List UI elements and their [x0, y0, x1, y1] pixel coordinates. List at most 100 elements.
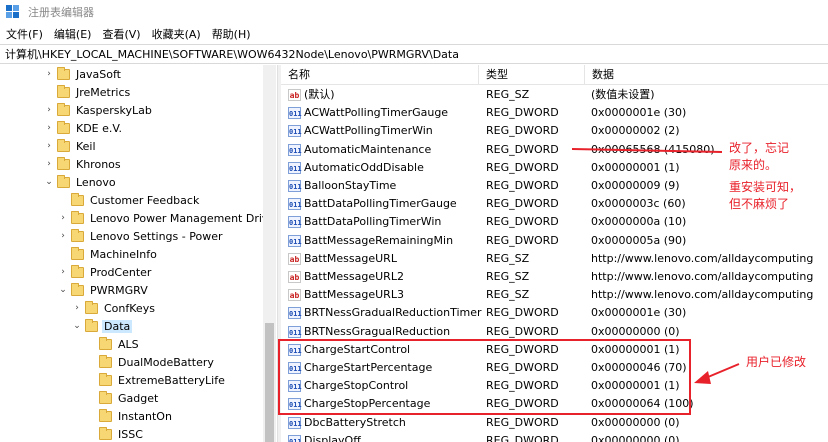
chevron-right-icon[interactable]: › — [44, 137, 54, 155]
value-row[interactable]: ab (默认) REG_SZ (数值未设置) — [281, 86, 828, 104]
tree-item-label: Khronos — [76, 157, 121, 171]
tree-item[interactable]: MachineInfo — [58, 245, 159, 263]
value-row[interactable]: 011 BattDataPollingTimerWin REG_DWORD 0x000… — [281, 213, 828, 231]
menu-view[interactable]: 查看(V) — [97, 26, 145, 42]
value-row[interactable]: ab BattMessageURL2 REG_SZ http://www.lenovo… — [281, 268, 828, 286]
tree-item[interactable]: › ConfKeys — [72, 299, 157, 317]
tree-item[interactable]: ExtremeBatteryLife — [86, 371, 227, 389]
folder-icon — [85, 300, 98, 314]
binary-value-icon: 011 — [288, 416, 302, 429]
tree-item[interactable]: › Lenovo Settings - Power — [58, 227, 224, 245]
tree-item[interactable]: ⌄ Data — [72, 317, 133, 335]
folder-icon — [99, 408, 112, 422]
tree-item[interactable]: ⌄ Lenovo — [44, 173, 118, 191]
menu-favorites[interactable]: 收藏夹(A) — [147, 26, 206, 42]
menu-file[interactable]: 文件(F) — [1, 26, 48, 42]
menu-help[interactable]: 帮助(H) — [207, 26, 256, 42]
value-name: ACWattPollingTimerGauge — [304, 106, 449, 120]
value-name: BattMessageURL2 — [304, 270, 404, 283]
chevron-right-icon[interactable]: › — [44, 101, 54, 119]
chevron-down-icon[interactable]: ⌄ — [44, 173, 54, 191]
tree-item-label: MachineInfo — [90, 247, 157, 261]
tree-item[interactable]: › Khronos — [44, 155, 123, 173]
tree-scrollbar-thumb[interactable] — [265, 323, 274, 442]
chevron-right-icon[interactable]: › — [44, 119, 54, 137]
tree-item-label: Keil — [76, 139, 96, 153]
binary-value-icon: 011 — [288, 125, 302, 138]
binary-value-icon: 011 — [288, 161, 302, 174]
binary-value-icon: 011 — [288, 107, 302, 120]
value-name: BalloonStayTime — [304, 179, 397, 192]
value-type: REG_SZ — [486, 251, 530, 265]
folder-icon — [57, 156, 70, 170]
tree-item[interactable]: › KDE e.V. — [44, 119, 124, 137]
tree-item-label: KasperskyLab — [76, 103, 152, 117]
address-bar[interactable]: 计算机\HKEY_LOCAL_MACHINE\SOFTWARE\WOW6432N… — [0, 44, 828, 64]
value-data: 0x0000005a (90) — [591, 233, 687, 247]
chevron-right-icon[interactable]: › — [72, 299, 82, 317]
tree-item[interactable]: › ProdCenter — [58, 263, 153, 281]
folder-icon — [57, 138, 70, 152]
chevron-right-icon[interactable]: › — [44, 155, 54, 173]
menu-edit[interactable]: 编辑(E) — [49, 26, 97, 42]
tree-item-label: ExtremeBatteryLife — [118, 373, 225, 387]
tree-item[interactable]: ALS — [86, 335, 141, 353]
value-row[interactable]: 011 DisplayOff REG_DWORD 0x00000000 (0) — [281, 432, 828, 442]
value-data: http://www.lenovo.com/alldaycomputing — [591, 270, 814, 283]
tree-item-label: ALS — [118, 337, 139, 351]
tree-item-label: PWRMGRV — [90, 283, 148, 297]
tree-item-label: Lenovo Power Management Driver — [90, 211, 276, 225]
binary-value-icon: 011 — [288, 307, 302, 320]
folder-icon — [71, 228, 84, 242]
chevron-down-icon[interactable]: ⌄ — [72, 317, 82, 335]
tree-item[interactable]: ISSC — [86, 425, 145, 442]
value-name: BRTNessGragualReduction — [304, 324, 451, 338]
tree-item[interactable]: Customer Feedback — [58, 191, 201, 209]
value-name: BattDataPollingTimerGauge — [304, 197, 457, 211]
chevron-right-icon[interactable]: › — [58, 263, 68, 281]
value-row[interactable]: 011 BRTNessGragualReduction REG_DWORD 0x000… — [281, 323, 828, 341]
column-header-type[interactable]: 类型 — [479, 65, 585, 85]
tree-item[interactable]: ⌄ PWRMGRV — [58, 281, 150, 299]
value-data: 0x00000000 (0) — [591, 433, 680, 442]
value-type: REG_DWORD — [486, 124, 559, 138]
folder-icon — [57, 174, 70, 188]
value-name: ACWattPollingTimerWin — [304, 124, 433, 138]
folder-icon — [99, 354, 112, 368]
value-row[interactable]: 011 ACWattPollingTimerGauge REG_DWORD 0x000… — [281, 104, 828, 122]
tree-item-label: DualModeBattery — [118, 355, 214, 369]
value-data: 0x0000000a (10) — [591, 215, 687, 229]
column-header-data[interactable]: 数据 — [585, 65, 828, 85]
tree-item[interactable]: DualModeBattery — [86, 353, 216, 371]
chevron-right-icon[interactable]: › — [58, 209, 68, 227]
tree-item[interactable]: › Lenovo Power Management Driver — [58, 209, 276, 227]
tree-item-label: Lenovo — [76, 175, 116, 189]
value-type: REG_DWORD — [486, 215, 559, 229]
tree-item[interactable]: › KasperskyLab — [44, 101, 154, 119]
tree-scrollbar[interactable] — [263, 65, 276, 442]
value-row[interactable]: ab BattMessageURL REG_SZ http://www.lenovo.… — [281, 250, 828, 268]
value-row[interactable]: 011 ACWattPollingTimerWin REG_DWORD 0x00000… — [281, 122, 828, 140]
tree-item[interactable]: Gadget — [86, 389, 160, 407]
folder-icon — [71, 282, 84, 296]
value-name: BattMessageURL — [304, 251, 397, 265]
tree-item[interactable]: › Keil — [44, 137, 98, 155]
tree-item[interactable]: InstantOn — [86, 407, 174, 425]
tree-item[interactable]: › JavaSoft — [44, 65, 123, 83]
chevron-right-icon[interactable]: › — [58, 227, 68, 245]
tree-item[interactable]: JreMetrics — [44, 83, 132, 101]
chevron-down-icon[interactable]: ⌄ — [58, 281, 68, 299]
annotation-note: 改了，忘记 原来的。 重安装可知， 但不麻烦了 — [729, 141, 802, 211]
tree-item-label: JreMetrics — [76, 85, 131, 99]
value-row[interactable]: ab BattMessageURL3 REG_SZ http://www.lenovo… — [281, 286, 828, 304]
value-name: AutomaticOddDisable — [304, 160, 424, 174]
value-row[interactable]: 011 DbcBatteryStretch REG_DWORD 0x00000000 … — [281, 414, 828, 432]
value-row[interactable]: 011 BattMessageRemainingMin REG_DWORD 0x000… — [281, 232, 828, 250]
value-data: 0x0000003c (60) — [591, 197, 686, 211]
column-header-name[interactable]: 名称 — [281, 65, 479, 85]
chevron-right-icon[interactable]: › — [44, 65, 54, 83]
value-row[interactable]: 011 BRTNessGradualReductionTimer REG_DWORD… — [281, 304, 828, 322]
